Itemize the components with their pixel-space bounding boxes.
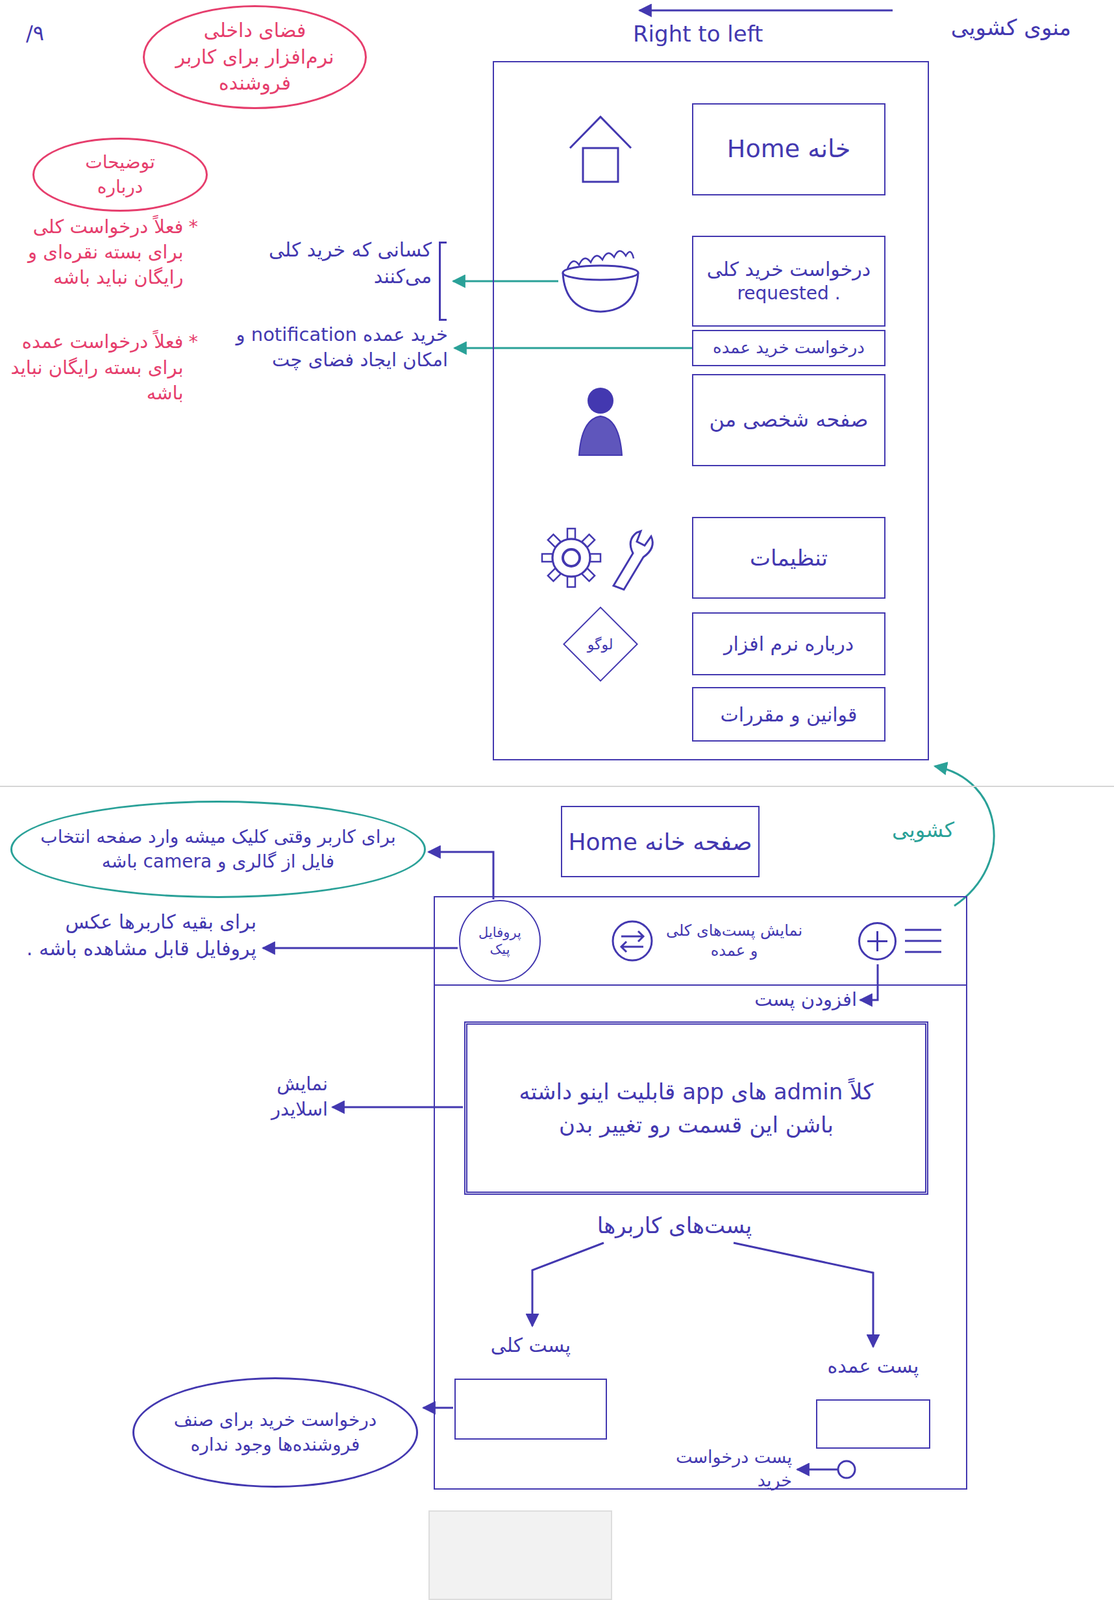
slider[interactable]: کلاً admin های app قابلیت اینو داشته باش… xyxy=(464,1021,929,1195)
drawer-label: منوی کشویی xyxy=(902,12,1072,43)
page-divider xyxy=(0,785,1114,787)
arrow xyxy=(532,1242,604,1326)
direction-arrow xyxy=(639,9,893,12)
drawer-row: تنظیمات xyxy=(494,516,928,599)
circle-mark xyxy=(838,1460,855,1478)
logo-icon: لوگو xyxy=(562,606,639,682)
arrow xyxy=(860,964,878,1000)
slider-hint: نمایش اسلایدر xyxy=(236,1071,328,1122)
post-card[interactable] xyxy=(816,1398,931,1449)
bracket xyxy=(438,241,447,321)
icon-slot: لوگو xyxy=(529,617,672,671)
drawer-item[interactable]: درخواست خرید کلیrequested . xyxy=(692,235,886,327)
notes-list: *فعلاً درخواست کلی برای بسته نقره‌ای و ر… xyxy=(3,214,199,406)
hamburger-icon xyxy=(902,920,944,962)
menu-button[interactable] xyxy=(902,920,944,962)
post-column: پست کلی xyxy=(454,1332,607,1440)
drawer-item[interactable]: درباره نرم افزار xyxy=(692,612,886,676)
arrow xyxy=(453,280,559,283)
posts-title: پست‌های کاربرها xyxy=(434,1210,966,1242)
icon-slot xyxy=(529,245,672,317)
connector-lines xyxy=(0,0,1114,1600)
basket-icon xyxy=(558,245,643,317)
title-cloud: فضای داخلی نرم‌افزار برای کاربر فروشنده xyxy=(142,5,367,110)
post-label: پست کلی xyxy=(490,1332,571,1358)
settings-icon xyxy=(535,521,666,594)
post-card[interactable] xyxy=(454,1378,607,1440)
drawer-row: درخواست خرید کلیrequested . xyxy=(494,235,928,327)
arrow xyxy=(454,347,693,350)
scan-tab xyxy=(428,1510,613,1600)
drawer-link-label: کشویی xyxy=(876,816,955,844)
home-page-label: صفحه خانه Home xyxy=(560,805,760,878)
post-note-cloud: درخواست خرید برای صنف فروشنده‌ها وجود ند… xyxy=(132,1376,419,1488)
drawer-row: لوگو درباره نرم افزار xyxy=(494,612,928,676)
profile-others-note: برای بقیه کاربرها عکس پروفایل قابل مشاهد… xyxy=(3,908,257,962)
home-icon xyxy=(564,110,637,189)
drawer-item[interactable]: خانه Home xyxy=(692,103,886,196)
add-post-button[interactable] xyxy=(856,920,898,962)
arrow xyxy=(262,947,458,950)
arrow xyxy=(428,851,494,900)
person-icon xyxy=(571,381,630,459)
drawer-item[interactable]: تنظیمات xyxy=(692,516,886,599)
date-note: ۹/ xyxy=(5,19,45,48)
annotation: خرید عمده notification و امکان ایجاد فضا… xyxy=(220,321,448,373)
post-note: پست درخواست خرید xyxy=(662,1445,793,1493)
plus-icon xyxy=(856,920,898,962)
arrow xyxy=(332,1106,463,1109)
icon-slot xyxy=(529,110,672,189)
posts-row: پست کلی پست عمده xyxy=(434,1332,966,1449)
drawer-item[interactable]: قوانین و مقررات xyxy=(692,686,886,742)
drawer-row: قوانین و مقررات xyxy=(494,686,928,742)
drawer-menu: خانه Home درخواست خرید کلیrequested .درخو… xyxy=(492,61,929,761)
arrow xyxy=(423,1406,454,1409)
drawer-row: صفحه شخصی من xyxy=(494,373,928,467)
sketch-page: ۹/فضای داخلی نرم‌افزار برای کاربر فروشند… xyxy=(0,0,1114,1600)
icon-slot xyxy=(529,381,672,459)
toolbar: پروفایل پیک نمایش پست‌های کلی و عمده xyxy=(434,897,966,986)
icon-slot xyxy=(529,521,672,594)
post-column: پست عمده xyxy=(816,1352,931,1449)
note-item: *فعلاً درخواست عمده برای بسته رایگان نبا… xyxy=(3,329,199,406)
add-post-hint: افزودن پست xyxy=(727,986,857,1013)
toggle-hint: نمایش پست‌های کلی و عمده xyxy=(662,920,806,961)
toggle-posts-button[interactable] xyxy=(601,910,663,972)
profile-note-cloud: برای کاربر وقتی کلیک میشه وارد صفحه انتخ… xyxy=(10,800,426,898)
drawer-item[interactable]: صفحه شخصی من xyxy=(692,373,886,467)
swap-icon xyxy=(601,910,663,972)
post-label: پست عمده xyxy=(827,1352,920,1379)
drawer-row: درخواست خرید عمده xyxy=(494,329,928,367)
profile-button[interactable]: پروفایل پیک xyxy=(458,899,541,982)
arrow xyxy=(733,1242,874,1347)
home-body: کلاً admin های app قابلیت اینو داشته باش… xyxy=(434,985,966,1449)
arrow xyxy=(797,1468,838,1471)
notes-title-cloud: توضیحات درباره xyxy=(32,137,208,212)
direction-label: Right to left xyxy=(632,19,841,50)
home-screen: پروفایل پیک نمایش پست‌های کلی و عمده کلاً … xyxy=(433,895,968,1490)
note-item: *فعلاً درخواست کلی برای بسته نقره‌ای و ر… xyxy=(3,214,199,291)
drawer-row: خانه Home xyxy=(494,103,928,196)
drawer-item[interactable]: درخواست خرید عمده xyxy=(692,329,886,367)
logo-text: لوگو xyxy=(587,635,614,652)
annotation: کسانی که خرید کلی می‌کنند xyxy=(259,236,432,290)
